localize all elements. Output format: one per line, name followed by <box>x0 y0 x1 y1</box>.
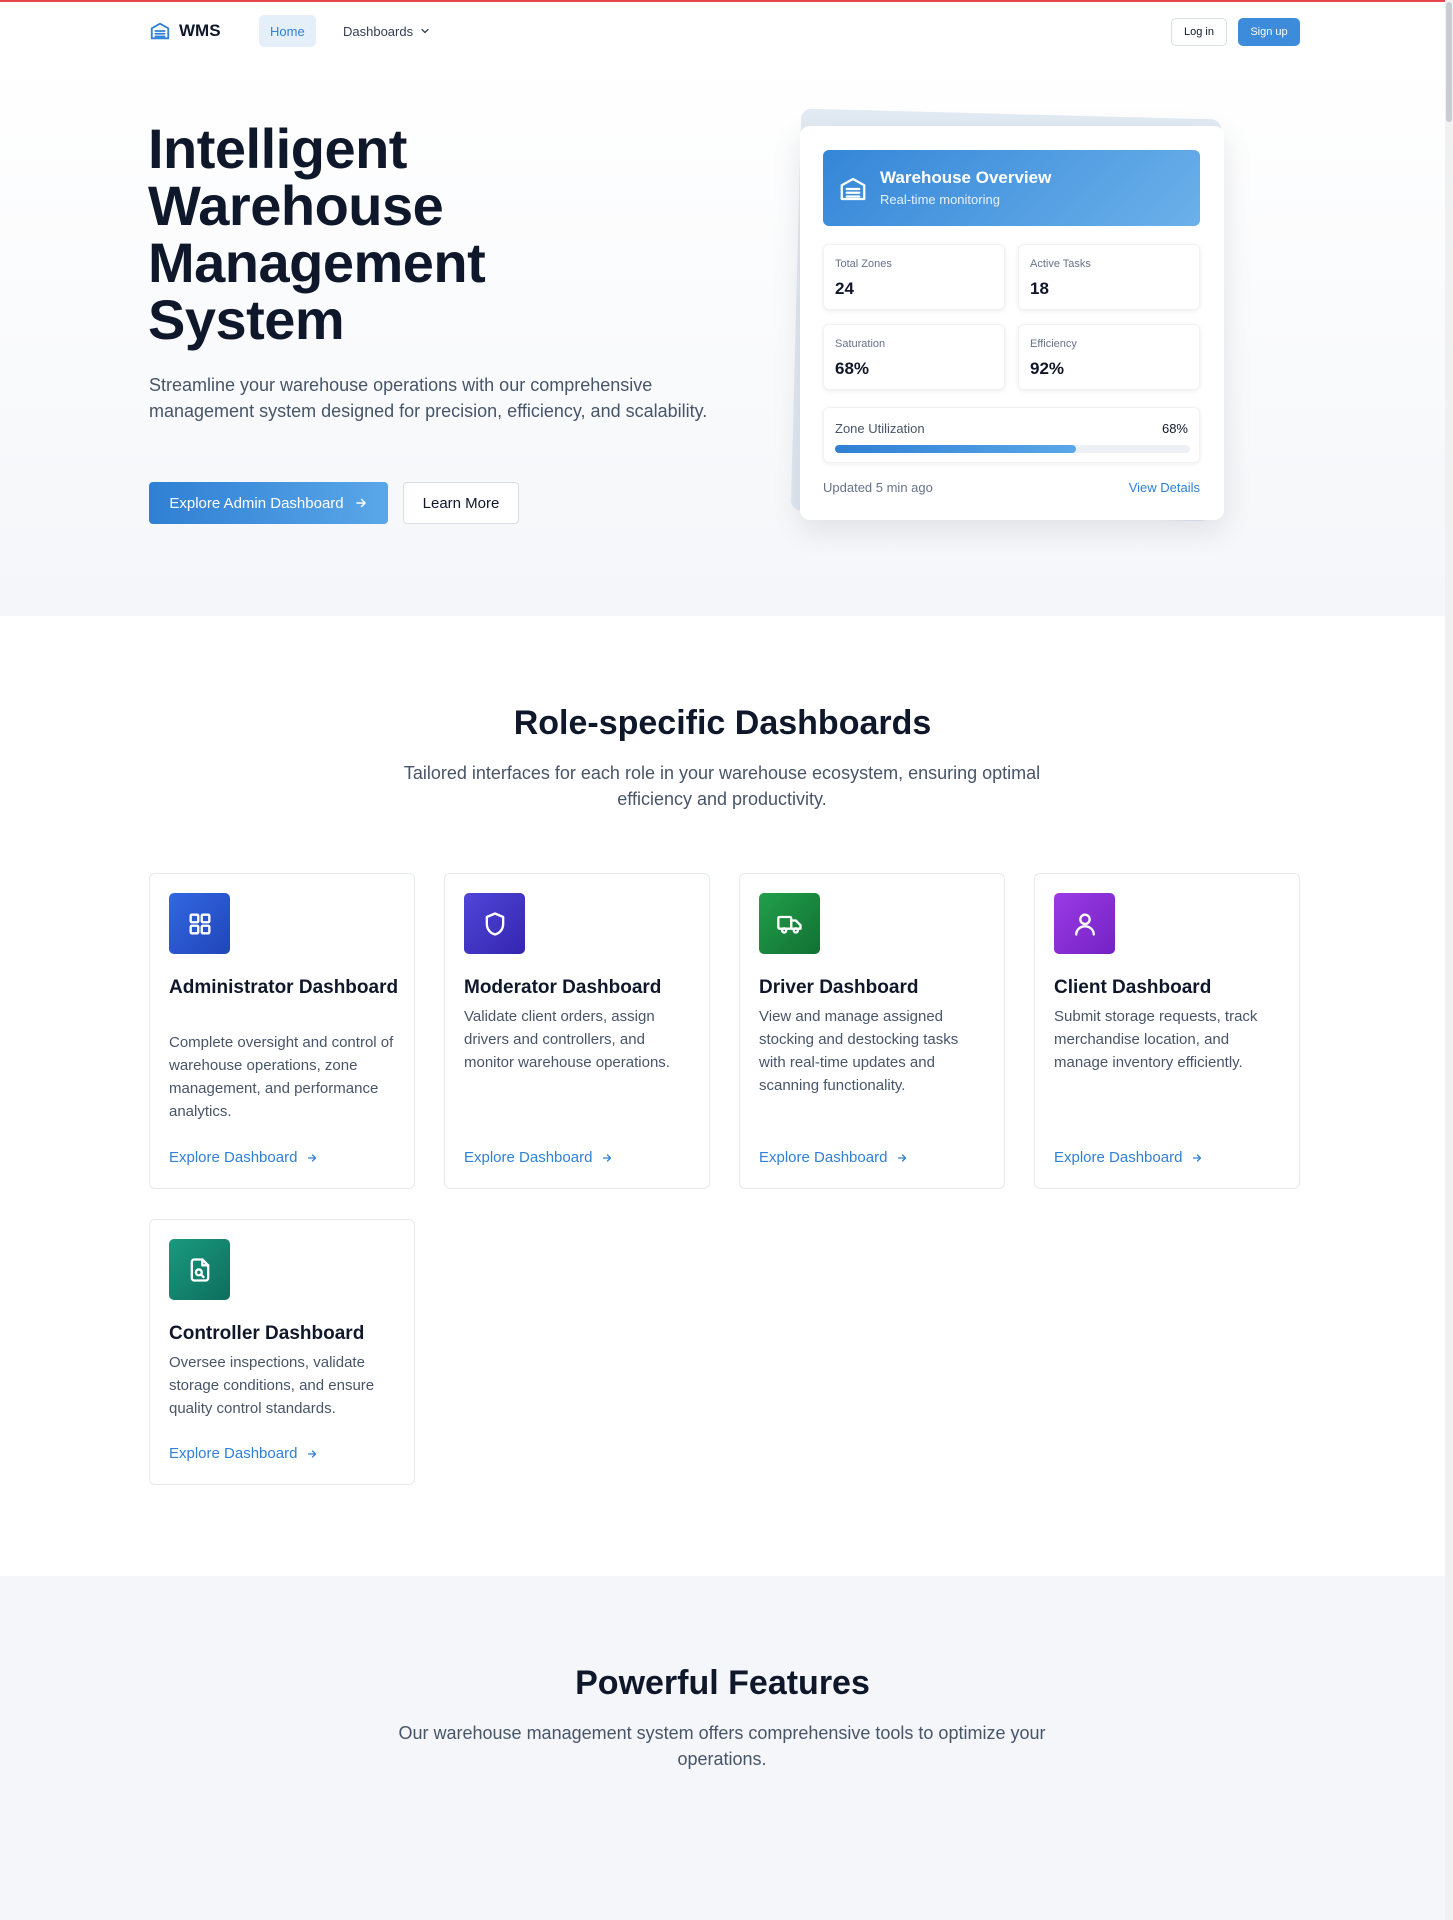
stat-label: Efficiency <box>1030 338 1077 350</box>
roles-section-title: Role-specific Dashboards <box>513 704 932 742</box>
explore-dashboard-label: Explore Dashboard <box>464 1149 593 1166</box>
stat-value: 24 <box>835 279 854 298</box>
warehouse-overview-card: Warehouse Overview Real-time monitoring … <box>800 126 1224 520</box>
stat-value: 68% <box>835 359 870 378</box>
arrow-right-icon <box>308 1449 317 1458</box>
zone-utilization: Zone Utilization 68% <box>823 407 1200 463</box>
explore-dashboard-label: Explore Dashboard <box>1054 1149 1183 1166</box>
warehouse-icon <box>840 177 866 201</box>
features-section-subtitle: Our warehouse management system offers c… <box>398 1723 1046 1769</box>
file-search-icon <box>169 1239 230 1300</box>
role-card-title: Moderator Dashboard <box>464 977 662 998</box>
explore-dashboard-label: Explore Dashboard <box>169 1445 298 1462</box>
user-icon <box>1054 893 1115 954</box>
features-section-title: Powerful Features <box>575 1664 870 1702</box>
arrow-right-icon <box>308 1153 317 1162</box>
view-details-link[interactable]: View Details <box>1129 480 1200 495</box>
updated-timestamp: Updated 5 min ago <box>823 480 933 495</box>
role-card-administrator: Administrator Dashboard Complete oversig… <box>149 873 415 1189</box>
explore-dashboard-link[interactable]: Explore Dashboard <box>1054 1149 1203 1166</box>
role-card-title: Controller Dashboard <box>169 1323 365 1344</box>
explore-dashboard-link[interactable]: Explore Dashboard <box>169 1149 318 1166</box>
arrow-right-icon <box>898 1153 907 1162</box>
warehouse-icon <box>150 22 170 40</box>
zone-progress-track <box>835 445 1190 453</box>
hero-section: Intelligent Warehouse Management System … <box>0 60 1445 616</box>
shield-icon <box>464 893 525 954</box>
role-card-client: Client Dashboard Submit storage requests… <box>1034 873 1300 1189</box>
explore-dashboard-label: Explore Dashboard <box>759 1149 888 1166</box>
learn-more-button[interactable]: Learn More <box>403 482 519 524</box>
scrollbar-thumb[interactable] <box>1446 2 1452 122</box>
role-card-controller: Controller Dashboard Oversee inspections… <box>149 1219 415 1485</box>
zone-utilization-value: 68% <box>1161 421 1188 436</box>
top-navigation: WMS Home Dashboards Log in Sign up <box>0 2 1445 60</box>
nav-home-link[interactable]: Home <box>259 15 316 47</box>
login-button[interactable]: Log in <box>1171 18 1227 46</box>
explore-dashboard-link[interactable]: Explore Dashboard <box>169 1445 318 1462</box>
explore-admin-button[interactable]: Explore Admin Dashboard <box>149 482 388 524</box>
stat-active-tasks: Active Tasks 18 <box>1018 244 1200 310</box>
brand-name: WMS <box>179 21 221 40</box>
zone-utilization-label: Zone Utilization <box>835 421 925 436</box>
signup-button[interactable]: Sign up <box>1238 18 1300 46</box>
role-card-title: Client Dashboard <box>1054 977 1212 998</box>
roles-section-subtitle: Tailored interfaces for each role in you… <box>403 763 1041 809</box>
explore-dashboard-label: Explore Dashboard <box>169 1149 298 1166</box>
hero-title: Intelligent Warehouse Management System <box>148 117 486 351</box>
stat-saturation: Saturation 68% <box>823 324 1005 390</box>
role-card-description: Complete oversight and control of wareho… <box>169 1034 394 1120</box>
stat-label: Active Tasks <box>1030 258 1091 270</box>
explore-admin-label: Explore Admin Dashboard <box>169 494 344 512</box>
stat-value: 18 <box>1030 279 1049 298</box>
role-card-driver: Driver Dashboard View and manage assigne… <box>739 873 1005 1189</box>
role-card-description: Submit storage requests, track merchandi… <box>1054 1008 1258 1071</box>
role-card-title: Driver Dashboard <box>759 977 919 998</box>
stat-label: Total Zones <box>835 258 892 270</box>
arrow-right-icon <box>1193 1153 1202 1162</box>
stat-efficiency: Efficiency 92% <box>1018 324 1200 390</box>
overview-subtitle: Real-time monitoring <box>880 192 1000 207</box>
explore-dashboard-link[interactable]: Explore Dashboard <box>759 1149 908 1166</box>
hero-subtitle: Streamline your warehouse operations wit… <box>149 375 708 421</box>
stat-value: 92% <box>1030 359 1065 378</box>
role-card-description: View and manage assigned stocking and de… <box>759 1008 959 1094</box>
arrow-right-icon <box>603 1153 612 1162</box>
role-card-description: Oversee inspections, validate storage co… <box>169 1354 375 1417</box>
overview-title: Warehouse Overview <box>880 168 1052 187</box>
grid-icon <box>169 893 230 954</box>
stat-total-zones: Total Zones 24 <box>823 244 1005 310</box>
chevron-down-icon <box>421 28 429 34</box>
nav-dashboards-dropdown[interactable]: Dashboards <box>332 15 442 47</box>
arrow-right-icon <box>355 498 366 508</box>
features-section: Powerful Features Our warehouse manageme… <box>0 1576 1445 1920</box>
zone-progress-fill <box>835 445 1077 453</box>
brand[interactable]: WMS <box>149 20 221 42</box>
scrollbar[interactable] <box>1445 0 1453 1920</box>
stat-label: Saturation <box>835 338 886 350</box>
overview-header: Warehouse Overview Real-time monitoring <box>823 150 1200 226</box>
truck-icon <box>759 893 820 954</box>
role-card-description: Validate client orders, assign drivers a… <box>464 1008 670 1071</box>
role-card-title: Administrator Dashboard <box>169 977 399 998</box>
role-card-moderator: Moderator Dashboard Validate client orde… <box>444 873 710 1189</box>
explore-dashboard-link[interactable]: Explore Dashboard <box>464 1149 613 1166</box>
nav-dashboards-label: Dashboards <box>343 23 414 39</box>
